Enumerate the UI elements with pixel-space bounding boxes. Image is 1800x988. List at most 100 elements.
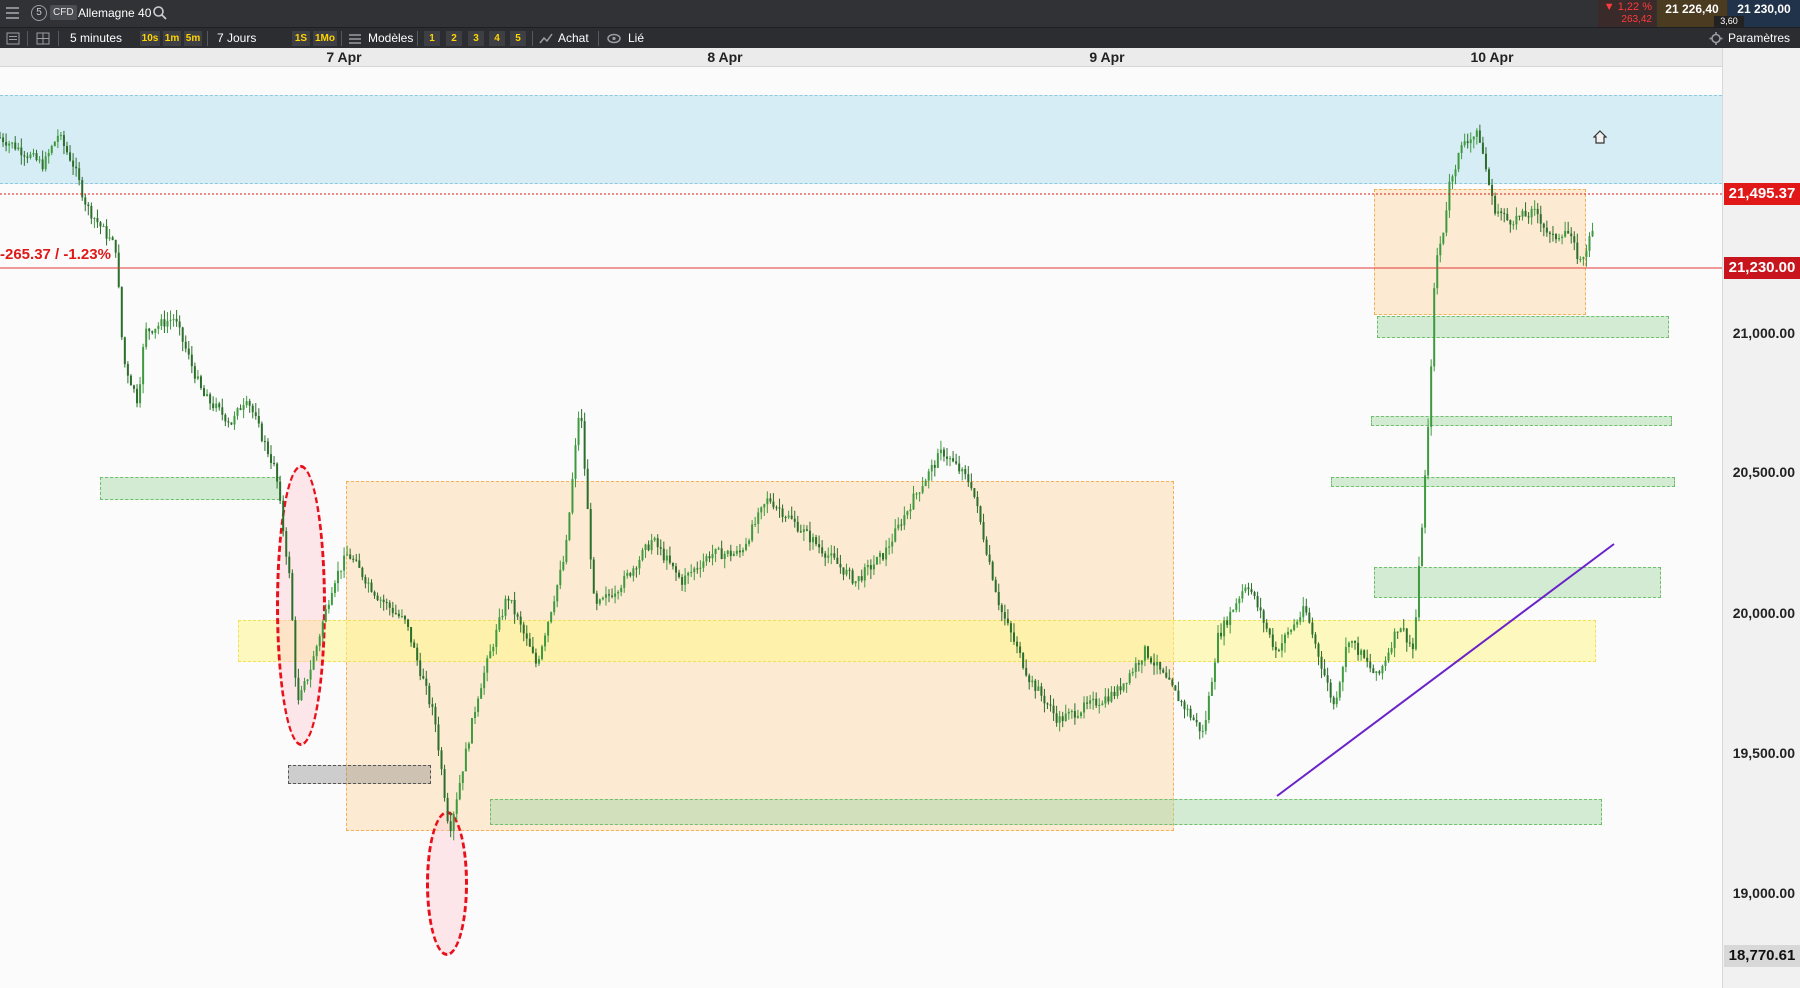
- candle-body: [382, 599, 385, 603]
- candle-body: [93, 218, 96, 220]
- search-icon[interactable]: [152, 5, 168, 21]
- candle-body: [1378, 671, 1381, 674]
- candle-body: [1424, 475, 1427, 528]
- candle-body: [644, 544, 647, 550]
- interval-1m-button[interactable]: 1m: [163, 31, 181, 46]
- buy-order-button[interactable]: Achat: [558, 30, 589, 47]
- candle-body: [699, 567, 702, 569]
- timeframe-select[interactable]: 5 minutes: [70, 30, 122, 47]
- candle-body: [190, 354, 193, 367]
- candle-body: [592, 559, 595, 594]
- interval-5m-button[interactable]: 5m: [184, 31, 202, 46]
- candle-body: [175, 318, 178, 322]
- hamburger-icon[interactable]: [6, 7, 19, 19]
- price-chart[interactable]: -265.37 / -1.23%: [0, 66, 1722, 988]
- candle-body: [474, 712, 477, 719]
- candle-body: [1411, 643, 1414, 650]
- candle-body: [894, 528, 897, 542]
- linked-toggle[interactable]: Lié: [628, 30, 644, 47]
- candle-body: [102, 226, 105, 228]
- candle-body: [1223, 620, 1226, 637]
- layout-3-button[interactable]: 3: [468, 31, 484, 46]
- candle-body: [519, 616, 522, 625]
- candle-body: [498, 617, 501, 630]
- candle-body: [1168, 677, 1171, 680]
- candle-body: [1576, 242, 1579, 260]
- candle-body: [467, 743, 470, 749]
- candle-body: [215, 403, 218, 409]
- workspace-number-badge[interactable]: 5: [31, 5, 47, 21]
- link-icon[interactable]: [605, 30, 623, 47]
- candle-body: [257, 416, 260, 424]
- range-1mo-button[interactable]: 1Mo: [313, 31, 337, 46]
- candle-body: [674, 566, 677, 573]
- candle-body: [1195, 719, 1198, 723]
- candle-body: [577, 417, 580, 446]
- candle-body: [553, 601, 556, 613]
- candle-body: [1162, 669, 1165, 673]
- candle-body: [997, 591, 1000, 606]
- candle-body: [309, 669, 312, 680]
- candle-body: [1064, 713, 1067, 721]
- candle-body: [1357, 642, 1360, 655]
- candle-body: [1016, 641, 1019, 647]
- candle-body: [370, 582, 373, 592]
- candle-body: [562, 561, 565, 570]
- settings-button[interactable]: Paramètres: [1728, 30, 1790, 47]
- candle-body: [266, 441, 269, 455]
- candle-body: [105, 226, 108, 239]
- candle-body: [1372, 668, 1375, 674]
- candle-body: [1570, 233, 1573, 237]
- candle-body: [1019, 646, 1022, 654]
- candle-body: [650, 540, 653, 551]
- candle-body: [1360, 650, 1363, 655]
- candle-body: [684, 575, 687, 585]
- order-ticket-icon[interactable]: [537, 30, 555, 47]
- candle-body: [1573, 236, 1576, 243]
- layout-grid-icon[interactable]: [34, 30, 52, 47]
- candle-body: [574, 445, 577, 479]
- candle-body: [732, 553, 735, 556]
- candle-body: [930, 464, 933, 472]
- candle-body: [1022, 653, 1025, 668]
- candle-body: [276, 463, 279, 482]
- candle-body: [717, 548, 720, 550]
- candle-body: [1034, 680, 1037, 691]
- list-icon[interactable]: [4, 30, 22, 47]
- candle-body: [1140, 660, 1143, 665]
- layout-2-button[interactable]: 2: [446, 31, 462, 46]
- candle-body: [745, 543, 748, 550]
- range-1s-button[interactable]: 1S: [292, 31, 310, 46]
- candle-body: [1542, 223, 1545, 228]
- candle-body: [1369, 661, 1372, 669]
- candles-layer: [0, 124, 1722, 841]
- candle-body: [1515, 215, 1518, 225]
- templates-icon[interactable]: [346, 30, 364, 47]
- layout-4-button[interactable]: 4: [489, 31, 505, 46]
- candle-body: [708, 556, 711, 559]
- instrument-name[interactable]: Allemagne 40: [78, 6, 151, 20]
- interval-10s-button[interactable]: 10s: [140, 31, 160, 46]
- layout-5-button[interactable]: 5: [510, 31, 526, 46]
- home-icon[interactable]: [1593, 130, 1607, 144]
- candle-body: [184, 341, 187, 349]
- candle-body: [1174, 685, 1177, 691]
- candle-body: [961, 469, 964, 472]
- candle-body: [1073, 711, 1076, 718]
- gear-icon[interactable]: [1707, 30, 1725, 47]
- candle-body: [483, 672, 486, 689]
- candle-body: [1436, 255, 1439, 289]
- candle-body: [336, 570, 339, 584]
- templates-button[interactable]: Modèles: [368, 30, 413, 47]
- product-type-badge: CFD: [50, 5, 77, 20]
- range-select[interactable]: 7 Jours: [217, 30, 256, 47]
- candle-body: [945, 456, 948, 459]
- candle-body: [1156, 661, 1159, 666]
- candle-body: [1101, 703, 1104, 705]
- candle-body: [988, 554, 991, 563]
- candle-body: [565, 539, 568, 562]
- candle-body: [477, 698, 480, 713]
- candle-body: [20, 147, 23, 156]
- layout-1-button[interactable]: 1: [424, 31, 440, 46]
- candle-body: [324, 609, 327, 622]
